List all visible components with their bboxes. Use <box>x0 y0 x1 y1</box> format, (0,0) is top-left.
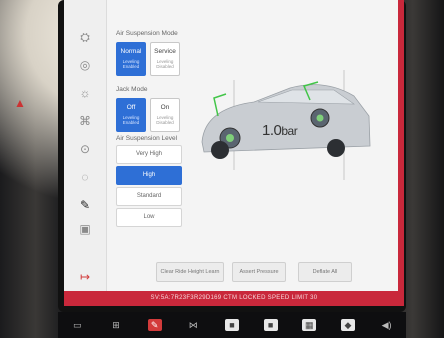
status-bar: SV:5A:7R23F3R29D169 CTM LOCKED SPEED LIM… <box>64 291 404 306</box>
wrench-icon[interactable]: ✎ <box>78 198 92 212</box>
jack-mode-toggle: Off Leveling Enabled On Leveling Disable… <box>116 98 180 132</box>
drive-icon[interactable]: ⊙ <box>78 142 92 156</box>
height-standard[interactable]: Standard <box>116 187 182 206</box>
mode-normal-button[interactable]: Normal Leveling Enabled <box>116 42 146 76</box>
height-very-high[interactable]: Very High <box>116 145 182 164</box>
clear-ride-height-learn-button[interactable]: Clear Ride Height Learn <box>156 262 224 282</box>
ride-height-list: Very High High Standard Low <box>116 145 182 229</box>
hazard-icon: ▲ <box>14 96 26 110</box>
app-dock-icon-2[interactable]: ■ <box>263 319 278 331</box>
jack-off-label: Off <box>126 104 136 111</box>
jack-mode-title: Jack Mode <box>116 86 148 93</box>
rear-tire <box>211 141 229 159</box>
app-dock-icon-1[interactable]: ■ <box>224 319 239 331</box>
height-low[interactable]: Low <box>116 208 182 227</box>
calendar-dock-icon[interactable]: ▦ <box>302 319 317 331</box>
jack-off-sub: Leveling Enabled <box>122 115 140 125</box>
logout-icon[interactable]: ↦ <box>78 270 92 284</box>
ride-height-title: Air Suspension Level <box>116 135 178 142</box>
assert-pressure-button[interactable]: Assert Pressure <box>232 262 286 282</box>
steering-icon[interactable]: ◎ <box>78 58 92 72</box>
lights-icon[interactable]: ☼ <box>78 86 92 100</box>
air-suspension-mode-toggle: Normal Leveling Enabled Service Leveling… <box>116 42 180 76</box>
pressure-unit: bar <box>281 124 298 138</box>
sidebar: ⛭ ◎ ☼ ⌘ ⊙ ◌ ✎ ▣ ↦ <box>64 0 107 306</box>
front-wheel-marker <box>316 114 324 122</box>
app-dock-icon-3[interactable]: ◆ <box>340 319 355 331</box>
air-suspension-mode-title: Air Suspension Mode <box>116 30 178 37</box>
car-icon[interactable]: ⛭ <box>78 30 92 44</box>
pressure-readout: 1.0bar <box>262 122 298 139</box>
mode-service-button[interactable]: Service Leveling Disabled <box>150 42 180 76</box>
lock-icon[interactable]: ▣ <box>78 222 92 236</box>
height-high[interactable]: High <box>116 166 182 185</box>
car-dock-icon[interactable]: ▭ <box>70 319 84 331</box>
pressure-value: 1.0 <box>262 122 282 139</box>
mode-normal-label: Normal <box>120 48 142 55</box>
service-dock-icon[interactable]: ✎ <box>147 319 162 331</box>
deflate-all-button[interactable]: Deflate All <box>298 262 352 282</box>
sound-icon[interactable]: ◌ <box>78 170 92 184</box>
volume-dock-icon[interactable]: ◀) <box>380 319 394 331</box>
mode-normal-sub: Leveling Enabled <box>122 59 140 69</box>
rear-wheel-marker <box>226 134 234 142</box>
dock: ▭ ⊞ ✎ ⋈ ■ ■ ▦ ◆ ◀) <box>58 312 406 338</box>
screen-edge <box>398 0 404 306</box>
service-screen: ⛭ ◎ ☼ ⌘ ⊙ ◌ ✎ ▣ ↦ Air Suspension Mode No… <box>64 0 400 306</box>
lock-dock-icon[interactable]: ⊞ <box>109 319 123 331</box>
front-tire <box>327 139 345 157</box>
tools-icon[interactable]: ⌘ <box>78 114 92 128</box>
link-dock-icon[interactable]: ⋈ <box>186 319 200 331</box>
mode-service-label: Service <box>154 48 176 55</box>
mode-service-sub: Leveling Disabled <box>156 59 174 69</box>
jack-off-button[interactable]: Off Leveling Enabled <box>116 98 146 132</box>
jack-on-button[interactable]: On Leveling Disabled <box>150 98 180 132</box>
jack-on-sub: Leveling Disabled <box>156 115 174 125</box>
jack-on-label: On <box>160 104 170 111</box>
